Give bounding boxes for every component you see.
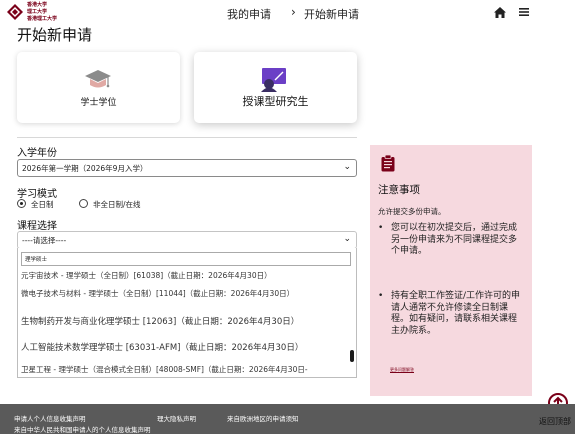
university-logo[interactable]: 香港大学 理工大学 香港理工大学 <box>6 2 74 24</box>
top-bar: 香港大学 理工大学 香港理工大学 我的申请 › 开始新申请 <box>0 0 575 26</box>
logo-text-line-1: 香港大学 <box>27 2 48 8</box>
footer-link-privacy-policy[interactable]: 理大隐私声明 <box>157 413 196 423</box>
chevron-down-icon: ⌄ <box>343 234 351 244</box>
radio-part-time[interactable] <box>79 199 88 208</box>
card-bachelor[interactable]: 学士学位 <box>17 52 180 123</box>
logo-text-line-3: 香港理工大学 <box>27 16 58 22</box>
programme-select-value: ----请选择---- <box>22 236 67 245</box>
footer-link-privacy-collection[interactable]: 申请人个人信息收集声明 <box>14 413 86 423</box>
teacher-board-icon <box>261 68 286 92</box>
radio-part-time-label[interactable]: 非全日制/在线 <box>93 199 141 210</box>
nav-new-application[interactable]: 开始新申请 <box>304 6 359 22</box>
dropdown-option[interactable]: 卫星工程 - 理学硕士（混合模式全日制）[48008-SMF]（截止日期：202… <box>21 364 308 375</box>
logo-emblem-icon <box>6 3 24 21</box>
notice-title: 注意事项 <box>378 184 420 196</box>
dropdown-scrollbar-thumb[interactable] <box>350 350 354 362</box>
logo-text-line-2: 理工大学 <box>27 9 48 15</box>
dropdown-option[interactable]: 人工智能技术数学理学硕士 [63031-AFM]（截止日期：2026年4月30日… <box>21 341 303 353</box>
notice-link[interactable]: 更多问题解答 <box>390 367 414 373</box>
graduation-cap-icon <box>85 70 111 88</box>
footer-link-prc-notice[interactable]: 来自中华人民共和国申请人的个人信息收集声明 <box>14 424 151 434</box>
intake-select[interactable]: 2026年第一学期（2026年9月入学） ⌄ <box>17 159 357 177</box>
dropdown-option[interactable]: 生物制药开发与商业化理学硕士 [12063]（截止日期：2026年4月30日） <box>21 315 299 327</box>
notice-bullet-1: 您可以在初次提交后，通过完成另一份申请来为不同课程提交多个申请。 <box>391 223 518 256</box>
radio-full-time-label[interactable]: 全日制 <box>31 199 54 210</box>
bullet-dot: • <box>378 223 384 233</box>
programme-search-value: 理学硕士 <box>25 257 48 263</box>
card-taught-postgraduate-label: 授课型研究生 <box>242 95 309 108</box>
back-to-top-label[interactable]: 返回顶部 <box>539 416 571 427</box>
intake-select-value: 2026年第一学期（2026年9月入学） <box>22 164 148 173</box>
divider <box>17 137 357 138</box>
home-icon[interactable] <box>494 7 506 18</box>
programme-select[interactable]: ----请选择---- ⌄ <box>17 231 357 249</box>
page-title: 开始新申请 <box>17 26 93 44</box>
footer-link-eu-notice[interactable]: 来自欧洲地区的申请须知 <box>227 413 299 423</box>
programme-dropdown: 理学硕士 元宇宙技术 - 理学硕士（全日制）[61038]（截止日期：2026年… <box>17 248 357 378</box>
programme-search-input[interactable]: 理学硕士 <box>21 252 351 266</box>
card-bachelor-label: 学士学位 <box>80 98 117 108</box>
nav-my-applications[interactable]: 我的申请 <box>227 6 271 22</box>
intake-label: 入学年份 <box>17 148 57 159</box>
dropdown-scrollbar[interactable] <box>349 270 354 376</box>
notice-panel: 注意事项 允许提交多份申请。 • 您可以在初次提交后，通过完成另一份申请来为不同… <box>370 145 532 396</box>
radio-full-time[interactable] <box>17 199 26 208</box>
hamburger-menu-icon[interactable] <box>519 8 529 16</box>
breadcrumb-chevron-icon: › <box>291 5 296 19</box>
programme-label: 课程选择 <box>17 221 57 232</box>
bullet-dot: • <box>378 291 384 301</box>
card-taught-postgraduate[interactable]: 授课型研究生 <box>194 52 357 123</box>
notice-subtitle: 允许提交多份申请。 <box>378 207 446 216</box>
dropdown-option[interactable]: 微电子技术与材料 - 理学硕士（全日制）[11044]（截止日期：2026年4月… <box>21 288 294 299</box>
dropdown-option[interactable]: 元宇宙技术 - 理学硕士（全日制）[61038]（截止日期：2026年4月30日… <box>21 270 272 281</box>
footer: 申请人个人信息收集声明 理大隐私声明 来自欧洲地区的申请须知 来自中华人民共和国… <box>0 404 575 434</box>
study-mode-label: 学习模式 <box>17 189 57 200</box>
clipboard-icon <box>381 155 395 172</box>
chevron-down-icon: ⌄ <box>343 162 351 172</box>
notice-bullet-2: 持有全职工作签证/工作许可的申请人通常不允许修读全日制课程。如有疑问，请联系相关… <box>391 291 521 336</box>
